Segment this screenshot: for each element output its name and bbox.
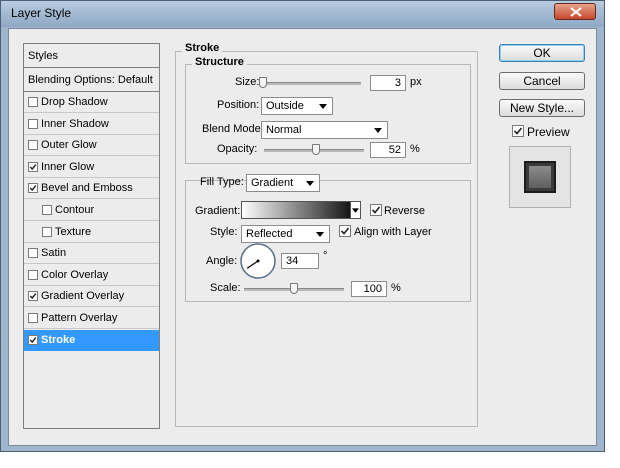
angle-unit: ° xyxy=(323,250,328,262)
style-item-label: Color Overlay xyxy=(41,268,109,281)
cancel-button[interactable]: Cancel xyxy=(499,72,585,90)
angle-input[interactable]: 34 xyxy=(281,253,319,269)
style-item-stroke[interactable]: Stroke xyxy=(24,329,159,351)
checkmark-icon xyxy=(29,293,37,300)
gradient-label: Gradient: xyxy=(195,205,241,217)
panel-title: Stroke xyxy=(182,42,223,54)
gradient-swatch[interactable] xyxy=(241,201,361,219)
checkmark-icon xyxy=(371,206,381,214)
scale-slider-thumb[interactable] xyxy=(290,283,298,294)
fill-type-label: Fill Type: xyxy=(200,176,244,188)
style-item-label: Satin xyxy=(41,247,67,260)
dropdown-arrow-icon xyxy=(352,208,359,213)
ok-button[interactable]: OK xyxy=(499,44,585,62)
style-item-label: Contour xyxy=(55,204,95,216)
style-item-label: Gradient Overlay xyxy=(41,290,125,303)
style-item-drop-shadow[interactable]: Drop Shadow xyxy=(24,92,159,113)
reverse-label: Reverse xyxy=(384,205,425,217)
style-checkbox[interactable] xyxy=(28,248,38,259)
style-checkbox[interactable] xyxy=(28,161,38,172)
style-checkbox[interactable] xyxy=(42,226,52,237)
position-label: Position: xyxy=(217,99,260,111)
style-item-label: Stroke xyxy=(41,333,76,346)
checkmark-icon xyxy=(29,336,37,343)
checkmark-icon xyxy=(513,127,523,135)
new-style-button[interactable]: New Style... xyxy=(499,99,585,117)
scale-unit: % xyxy=(391,282,401,294)
checkmark-icon xyxy=(340,227,350,235)
blending-options-item[interactable]: Blending Options: Default xyxy=(24,68,159,92)
scale-input[interactable]: 100 xyxy=(351,281,387,297)
style-checkbox[interactable] xyxy=(28,97,38,107)
style-item-label: Texture xyxy=(55,225,92,238)
style-item-satin[interactable]: Satin xyxy=(24,243,159,265)
preview-label: Preview xyxy=(527,125,570,139)
dialog-body: Styles Blending Options: Default Drop Sh… xyxy=(8,28,597,446)
style-checkbox[interactable] xyxy=(28,313,38,323)
checkmark-icon xyxy=(29,185,37,192)
preview-thumbnail xyxy=(509,146,571,208)
style-checkbox[interactable] xyxy=(28,118,38,129)
scale-label: Scale: xyxy=(210,282,241,294)
style-checkbox[interactable] xyxy=(28,140,38,151)
structure-title: Structure xyxy=(192,56,247,68)
blend-mode-select[interactable]: Normal xyxy=(261,121,388,139)
style-item-label: Outer Glow xyxy=(41,139,97,152)
style-checkbox[interactable] xyxy=(28,334,38,345)
style-checkbox[interactable] xyxy=(28,269,38,280)
style-item-gradient-overlay[interactable]: Gradient Overlay xyxy=(24,286,159,308)
blend-mode-label: Blend Mode: xyxy=(202,123,264,135)
window-title: Layer Style xyxy=(11,6,72,20)
angle-label: Angle: xyxy=(206,255,238,267)
style-item-pattern-overlay[interactable]: Pattern Overlay xyxy=(24,308,159,329)
styles-header[interactable]: Styles xyxy=(24,44,159,68)
position-select[interactable]: Outside xyxy=(261,97,333,115)
style-item-contour[interactable]: Contour xyxy=(24,200,159,221)
style-item-bevel-and-emboss[interactable]: Bevel and Emboss xyxy=(24,178,159,200)
size-unit: px xyxy=(410,76,422,88)
style-item-label: Pattern Overlay xyxy=(41,312,118,324)
style-label: Style: xyxy=(210,226,238,238)
preview-checkbox[interactable] xyxy=(512,125,524,137)
opacity-slider-thumb[interactable] xyxy=(312,144,320,155)
angle-dial-icon[interactable] xyxy=(239,242,277,280)
gradient-style-select[interactable]: Reflected xyxy=(241,225,330,243)
layer-style-window: Layer Style Styles Blending Options: Def… xyxy=(0,0,605,452)
style-checkbox[interactable] xyxy=(28,183,38,194)
size-slider[interactable] xyxy=(261,82,361,85)
styles-list: Styles Blending Options: Default Drop Sh… xyxy=(23,43,160,429)
style-item-label: Inner Glow xyxy=(41,160,95,173)
style-checkbox[interactable] xyxy=(28,291,38,302)
style-item-texture[interactable]: Texture xyxy=(24,222,159,243)
style-item-color-overlay[interactable]: Color Overlay xyxy=(24,265,159,286)
style-item-inner-glow[interactable]: Inner Glow xyxy=(24,157,159,178)
align-with-layer-checkbox[interactable] xyxy=(339,225,351,237)
close-button[interactable] xyxy=(554,3,596,20)
align-with-layer-label: Align with Layer xyxy=(354,226,432,238)
dropdown-arrow-icon xyxy=(306,181,314,186)
size-input[interactable]: 3 xyxy=(370,75,406,91)
gradient-dropdown[interactable] xyxy=(350,201,361,219)
opacity-input[interactable]: 52 xyxy=(370,142,406,158)
style-checkbox[interactable] xyxy=(42,205,52,215)
style-item-label: Drop Shadow xyxy=(41,96,108,108)
opacity-unit: % xyxy=(410,143,420,155)
style-item-inner-shadow[interactable]: Inner Shadow xyxy=(24,114,159,135)
title-bar[interactable]: Layer Style xyxy=(1,1,604,27)
style-item-label: Inner Shadow xyxy=(41,117,109,130)
style-item-outer-glow[interactable]: Outer Glow xyxy=(24,135,159,157)
fill-type-select[interactable]: Gradient xyxy=(246,174,320,192)
close-icon xyxy=(570,7,582,17)
checkmark-icon xyxy=(29,163,37,170)
opacity-label: Opacity: xyxy=(217,143,258,155)
dropdown-arrow-icon xyxy=(374,128,382,133)
size-label: Size: xyxy=(235,76,260,88)
style-item-label: Bevel and Emboss xyxy=(41,182,133,195)
size-slider-thumb[interactable] xyxy=(259,77,267,88)
dropdown-arrow-icon xyxy=(319,104,327,109)
dropdown-arrow-icon xyxy=(316,232,324,237)
reverse-checkbox[interactable] xyxy=(370,204,382,216)
